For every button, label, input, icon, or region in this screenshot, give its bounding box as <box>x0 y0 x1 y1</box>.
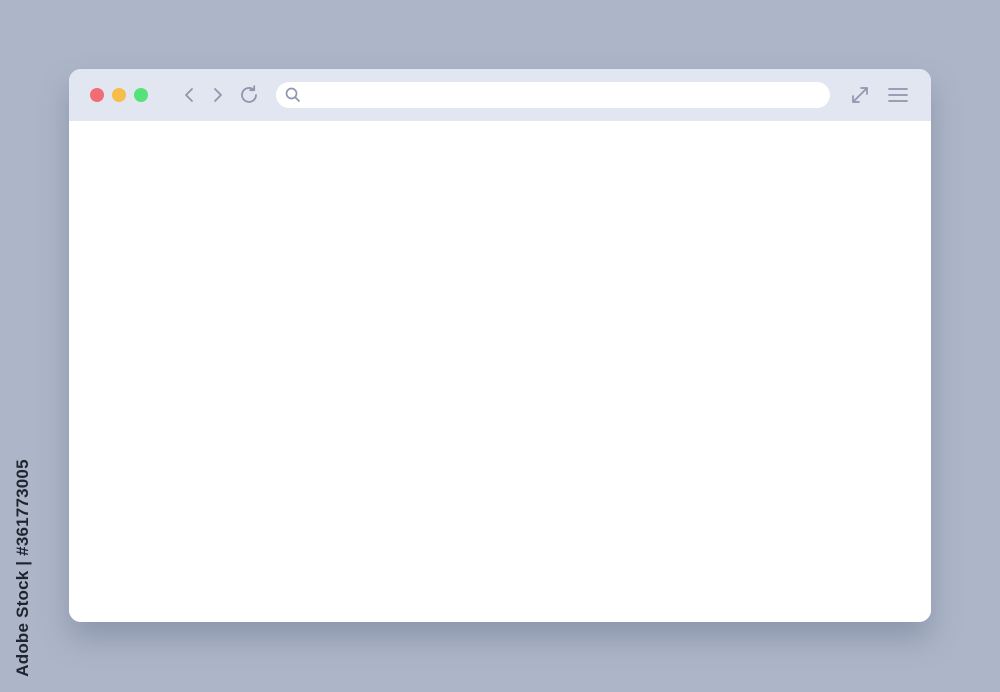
reload-button[interactable] <box>237 83 261 107</box>
hamburger-menu-icon <box>888 88 908 102</box>
browser-toolbar <box>69 69 931 121</box>
chevron-left-icon <box>185 88 193 102</box>
page-content-area[interactable] <box>69 121 931 622</box>
maximize-window-button[interactable] <box>134 88 148 102</box>
expand-icon <box>852 87 868 103</box>
search-icon <box>284 86 302 104</box>
menu-button[interactable] <box>886 83 910 107</box>
close-window-button[interactable] <box>90 88 104 102</box>
reload-icon <box>241 85 257 103</box>
minimize-window-button[interactable] <box>112 88 126 102</box>
address-bar[interactable] <box>276 82 830 108</box>
address-input[interactable] <box>310 84 818 106</box>
back-button[interactable] <box>177 83 201 107</box>
stock-watermark-id: Adobe Stock | #361773005 <box>12 458 34 678</box>
chevron-right-icon <box>214 88 222 102</box>
forward-button[interactable] <box>206 83 230 107</box>
fullscreen-button[interactable] <box>848 83 872 107</box>
stock-id-text: Adobe Stock | #361773005 <box>13 459 32 677</box>
browser-window <box>69 69 931 622</box>
